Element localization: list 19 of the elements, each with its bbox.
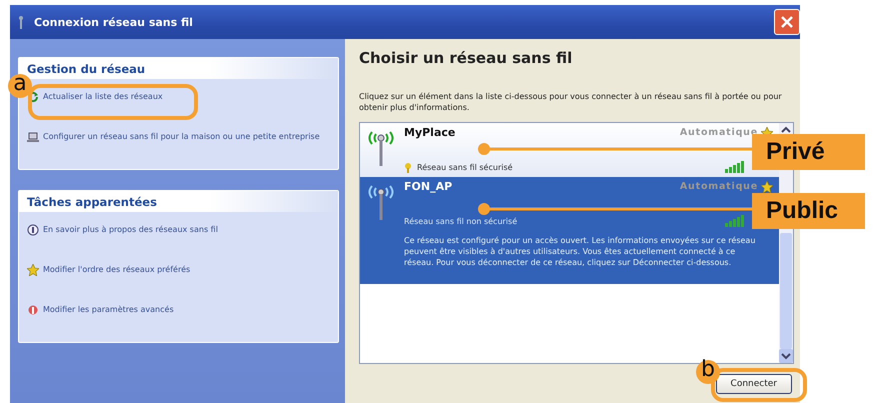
- network-name: MyPlace: [404, 126, 456, 139]
- task-link[interactable]: Modifier l'ordre des réseaux préférés: [43, 264, 190, 275]
- task-link[interactable]: Modifier les paramètres avancés: [43, 304, 174, 315]
- page-heading: Choisir un réseau sans fil: [359, 49, 574, 67]
- network-details: Ce réseau est configuré pour un accès ouvert. Les informations envoyées sur ce réseau peuvent être visibles à d'autres utilisateurs. Vous êtes actuellement connecté à ce réseau. Pour vous déconnecter de ce réseau, cliquez sur Déconnecter ci-dessous.: [404, 235, 756, 268]
- panel-heading: Tâches apparentées: [19, 191, 338, 212]
- task-link[interactable]: En savoir plus à propos des réseaux sans fil: [43, 224, 218, 235]
- window-title: Connexion réseau sans fil: [34, 16, 193, 28]
- instruction-text: Cliquez sur un élément dans la liste ci-dessous pour vous connecter à un réseau sans fil à portée ou pour obtenir plus d'informations.: [359, 91, 783, 113]
- callout-label: Public: [752, 193, 865, 229]
- security-status: Réseau sans fil sécurisé: [417, 162, 513, 172]
- network-name: FON_AP: [404, 180, 452, 193]
- callout-label: Privé: [752, 134, 865, 170]
- connect-button[interactable]: Connecter: [716, 374, 792, 394]
- connection-mode: Automatique: [680, 181, 758, 192]
- panel-heading: Gestion du réseau: [19, 58, 338, 79]
- task-link[interactable]: Actualiser la liste des réseaux: [43, 91, 163, 102]
- security-status: Réseau sans fil non sécurisé: [404, 216, 518, 226]
- task-link[interactable]: Configurer un réseau sans fil pour la maison ou une petite entreprise: [43, 131, 320, 142]
